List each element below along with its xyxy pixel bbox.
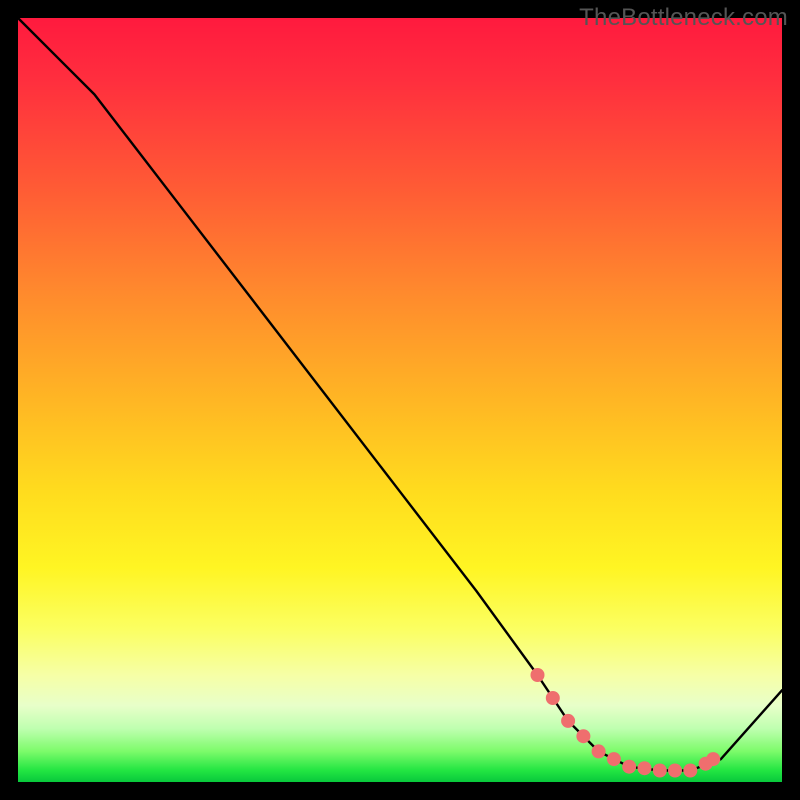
curve-layer xyxy=(18,18,782,771)
plot-area xyxy=(18,18,782,782)
highlight-dot xyxy=(607,752,621,766)
highlight-dot xyxy=(531,668,545,682)
highlight-dot xyxy=(706,752,720,766)
highlight-dot xyxy=(683,764,697,778)
highlight-dot xyxy=(622,760,636,774)
highlight-dot xyxy=(546,691,560,705)
highlight-dot xyxy=(668,764,682,778)
trend-line xyxy=(18,18,782,771)
highlight-dot xyxy=(638,761,652,775)
chart-svg xyxy=(18,18,782,782)
highlight-dot xyxy=(561,714,575,728)
highlight-dot xyxy=(653,764,667,778)
watermark-text: TheBottleneck.com xyxy=(579,4,788,32)
highlight-dot xyxy=(592,744,606,758)
highlight-markers xyxy=(531,668,721,778)
chart-stage: TheBottleneck.com xyxy=(0,0,800,800)
highlight-dot xyxy=(576,729,590,743)
